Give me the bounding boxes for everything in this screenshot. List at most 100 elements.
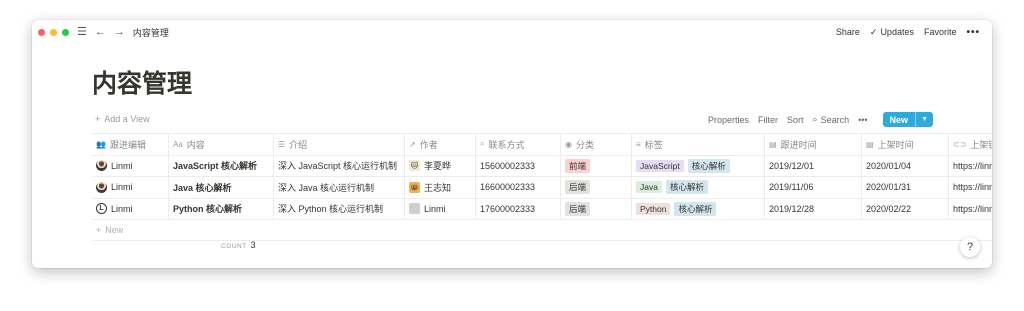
tags-cell[interactable]: Python 核心解析: [632, 198, 765, 219]
contact-cell[interactable]: 15600002333: [476, 155, 561, 176]
window-controls: [38, 28, 69, 36]
tag: 核心解析: [674, 201, 717, 216]
column-header-publish-date[interactable]: ▤ 上架时间: [862, 134, 949, 155]
column-header-category[interactable]: ◉ 分类: [561, 134, 632, 155]
title-bar: ☰ ← → 内容管理 Share ✓ Updates Favorite •••: [32, 20, 992, 44]
content-cell[interactable]: Java 核心解析: [169, 177, 274, 198]
contact-cell[interactable]: 17600002333: [476, 198, 561, 219]
count-label: COUNT: [221, 243, 247, 250]
category-tag: 前端: [565, 158, 591, 173]
chevron-down-icon[interactable]: ▼: [915, 112, 933, 127]
content-cell[interactable]: JavaScript 核心解析: [169, 155, 274, 176]
filter-button[interactable]: Filter: [758, 115, 778, 125]
publish-date-cell[interactable]: 2020/01/04: [862, 155, 949, 176]
avatar: [96, 160, 107, 172]
view-toolbar: Properties Filter Sort ⌕ Search ••• New …: [708, 112, 933, 127]
page-title: 内容管理: [92, 69, 193, 98]
table-row[interactable]: Linmi JavaScript 核心解析 深入 JavaScript 核心运行…: [92, 155, 992, 177]
calendar-icon: ▤: [769, 139, 777, 149]
author-cell[interactable]: 👜 王志知: [405, 177, 476, 198]
category-tag: 后端: [565, 201, 591, 216]
app-window: ☰ ← → 内容管理 Share ✓ Updates Favorite ••• …: [32, 20, 992, 268]
column-header-tags[interactable]: ≡ 标签: [632, 134, 765, 155]
sort-button[interactable]: Sort: [787, 115, 804, 125]
help-button[interactable]: ?: [960, 237, 980, 257]
search-button[interactable]: ⌕ Search: [813, 114, 850, 125]
text-lines-icon: ☰: [278, 139, 286, 149]
new-button[interactable]: New ▼: [882, 112, 933, 127]
follow-date-cell[interactable]: 2019/12/01: [765, 155, 862, 176]
row-count[interactable]: COUNT 3: [221, 240, 256, 250]
new-button-label: New: [889, 114, 909, 125]
tag: JavaScript: [636, 159, 684, 172]
add-view-label: Add a View: [104, 114, 150, 124]
back-arrow-icon[interactable]: ←: [95, 26, 106, 38]
avatar: [96, 181, 107, 193]
tags-cell[interactable]: JavaScript 核心解析: [632, 155, 765, 176]
editor-cell[interactable]: L Linmi: [92, 198, 169, 219]
publish-date-cell[interactable]: 2020/02/22: [862, 198, 949, 219]
plus-icon: +: [96, 225, 102, 235]
publish-date-cell[interactable]: 2020/01/31: [862, 177, 949, 198]
more-options-button[interactable]: •••: [966, 27, 980, 38]
intro-cell[interactable]: 深入 Java 核心运行机制: [274, 177, 405, 198]
relation-arrow-icon: ↗: [409, 139, 416, 149]
list-icon: ≡: [636, 139, 641, 149]
avatar: [409, 203, 420, 215]
column-header-intro[interactable]: ☰ 介绍: [274, 134, 405, 155]
view-more-button[interactable]: •••: [858, 115, 867, 125]
column-header-link[interactable]: ⊂⊃上架链接: [949, 134, 992, 155]
count-value: 3: [250, 240, 256, 250]
follow-date-cell[interactable]: 2019/12/28: [765, 198, 862, 219]
intro-cell[interactable]: 深入 JavaScript 核心运行机制: [274, 155, 405, 176]
category-tag: 后端: [565, 180, 591, 195]
column-header-contact[interactable]: ⌕ 联系方式: [476, 134, 561, 155]
tag: Python: [636, 202, 671, 215]
properties-button[interactable]: Properties: [708, 115, 749, 125]
editor-cell[interactable]: Linmi: [92, 177, 169, 198]
link-cell[interactable]: https://linmi.cc/4480.html: [949, 177, 992, 198]
column-header-content[interactable]: Aa 内容: [169, 134, 274, 155]
bag-avatar-icon: 👜: [409, 181, 420, 193]
menu-icon[interactable]: ☰: [77, 26, 87, 38]
table-row[interactable]: Linmi Java 核心解析 深入 Java 核心运行机制 👜 王志知 1660…: [92, 177, 992, 199]
favorite-button[interactable]: Favorite: [924, 27, 957, 37]
updates-button[interactable]: ✓ Updates: [870, 27, 914, 38]
share-button[interactable]: Share: [836, 27, 860, 37]
category-cell[interactable]: 后端: [561, 198, 632, 219]
column-header-author[interactable]: ↗ 作者: [405, 134, 476, 155]
author-cell[interactable]: 🐱 李夏晔: [405, 155, 476, 176]
forward-arrow-icon[interactable]: →: [114, 26, 125, 38]
link-cell[interactable]: https://linmi.cc/4480.html: [949, 156, 992, 177]
content-cell[interactable]: Python 核心解析: [169, 198, 274, 219]
table-row[interactable]: L Linmi Python 核心解析 深入 Python 核心运行机制 Linm…: [92, 198, 992, 220]
content-table: 👥 跟进编辑 Aa 内容 ☰ 介绍 ↗ 作者 ⌕ 联系方式 ◉ 分类 ≡ 标签 ▤ 跟进时间 ▤…: [92, 133, 992, 241]
editor-cell[interactable]: Linmi: [92, 155, 169, 176]
search-icon: ⌕: [812, 114, 818, 124]
close-window-button[interactable]: [38, 28, 45, 36]
column-header-editor[interactable]: 👥 跟进编辑: [92, 134, 169, 155]
table-header-row: 👥 跟进编辑 Aa 内容 ☰ 介绍 ↗ 作者 ⌕ 联系方式 ◉ 分类 ≡ 标签 ▤ 跟进时间 ▤…: [92, 133, 992, 156]
column-header-follow-date[interactable]: ▤ 跟进时间: [765, 134, 862, 155]
intro-cell[interactable]: 深入 Python 核心运行机制: [274, 198, 405, 219]
person-icon: 👥: [96, 139, 106, 149]
contact-cell[interactable]: 16600002333: [476, 177, 561, 198]
plus-icon: +: [95, 114, 101, 124]
category-cell[interactable]: 前端: [561, 155, 632, 176]
link-cell[interactable]: https://linmi.cc/4480.html: [949, 199, 992, 220]
check-icon: ✓: [869, 26, 878, 37]
maximize-window-button[interactable]: [62, 28, 69, 36]
follow-date-cell[interactable]: 2019/11/06: [765, 177, 862, 198]
search-label: Search: [820, 114, 850, 125]
breadcrumb[interactable]: 内容管理: [133, 26, 169, 39]
select-icon: ◉: [565, 139, 572, 149]
tag: 核心解析: [687, 158, 730, 173]
add-view-button[interactable]: + Add a View: [95, 114, 150, 124]
minimize-window-button[interactable]: [50, 28, 57, 36]
search-icon: ⌕: [480, 139, 485, 149]
add-row-button[interactable]: + New: [92, 220, 992, 241]
author-cell[interactable]: Linmi: [405, 198, 476, 219]
updates-label: Updates: [880, 27, 914, 37]
category-cell[interactable]: 后端: [561, 177, 632, 198]
tags-cell[interactable]: Java 核心解析: [632, 177, 765, 198]
